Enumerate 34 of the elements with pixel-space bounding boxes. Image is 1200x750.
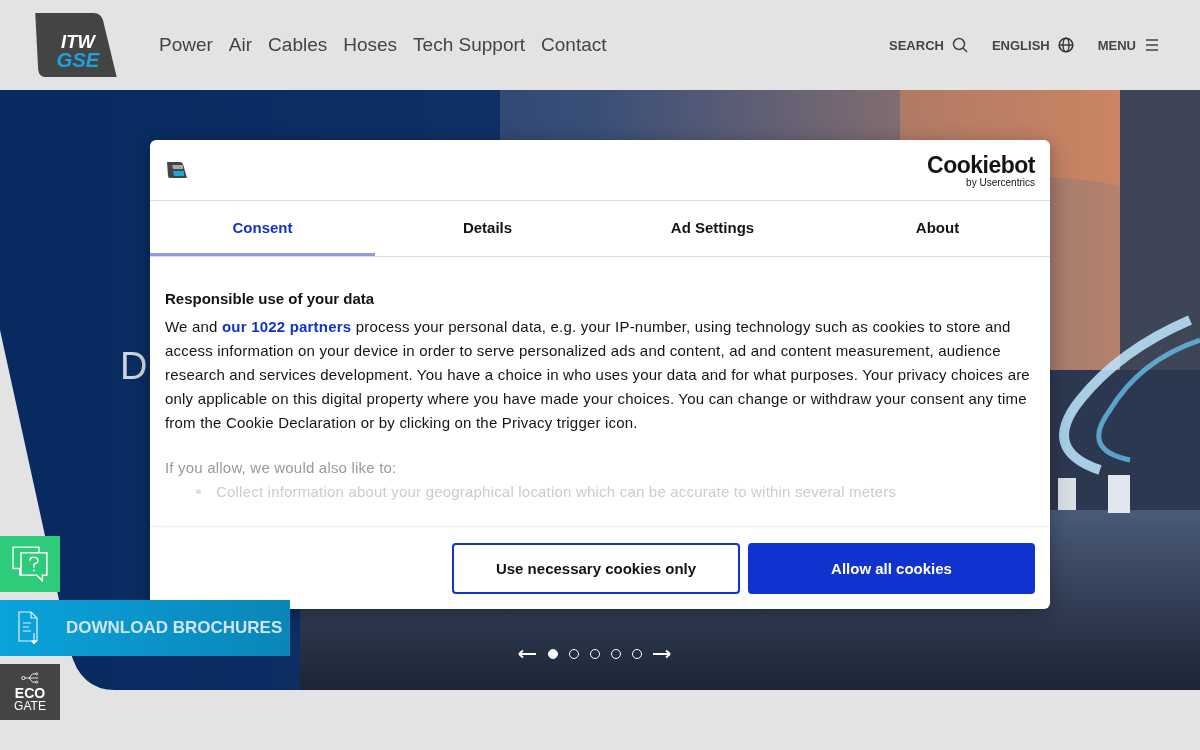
gate-label: GATE [14,700,46,712]
chat-question-icon [12,546,48,582]
carousel-dot[interactable] [548,649,558,659]
dialog-heading: Responsible use of your data [165,290,376,307]
globe-icon [1057,37,1074,53]
menu-icon [1144,37,1160,53]
search-icon [951,37,968,53]
dialog-tab[interactable]: Consent [150,201,375,256]
consent-paragraph: We and our 1022 partners process your personal data, e.g. your IP-number, using technology such as cookies to store and access information on your device in order to serve personalized ads and content, ad and content measurement, audience research and services development. You have a choice in who uses your data and for what purposes. Your privacy choices are only applicable on this digital property where you have made your choices. You can change or withdraw your consent any time from the Cookie Declaration or by clicking on the Privacy trigger icon. [165,317,1031,433]
bullet-icon [196,489,201,494]
nav-link[interactable]: Power [159,34,213,56]
network-icon [20,672,40,684]
nav-link[interactable]: Tech Support [413,34,526,56]
nav-link[interactable]: Hoses [343,34,398,56]
logo[interactable]: ITW GSE [33,12,117,77]
eco-gate-button[interactable]: ECO GATE [0,664,60,720]
nav-link[interactable]: Contact [541,34,607,56]
nav-link[interactable]: Cables [268,34,328,56]
purposes-intro: If you allow, we would also like to: [165,459,398,476]
header-link[interactable]: SEARCH [889,37,968,53]
partners-link[interactable]: our 1022 partners [222,318,352,335]
arrow-right-icon[interactable] [653,648,672,660]
allow-all-button[interactable]: Allow all cookies [748,542,1035,594]
hero-heading: D [120,345,148,388]
brand-byline: by Usercentrics [966,176,1035,188]
arrow-left-icon[interactable] [518,648,537,660]
header-link[interactable]: ENGLISH [991,37,1074,53]
company-logo [166,162,188,178]
brand-name: Cookiebot [927,152,1035,177]
header-link[interactable]: MENU [1097,37,1160,53]
document-download-icon [18,611,40,645]
nav-link[interactable]: Air [228,34,253,56]
necessary-only-button[interactable]: Use necessary cookies only [452,542,740,594]
eco-label: ECO [14,686,46,700]
